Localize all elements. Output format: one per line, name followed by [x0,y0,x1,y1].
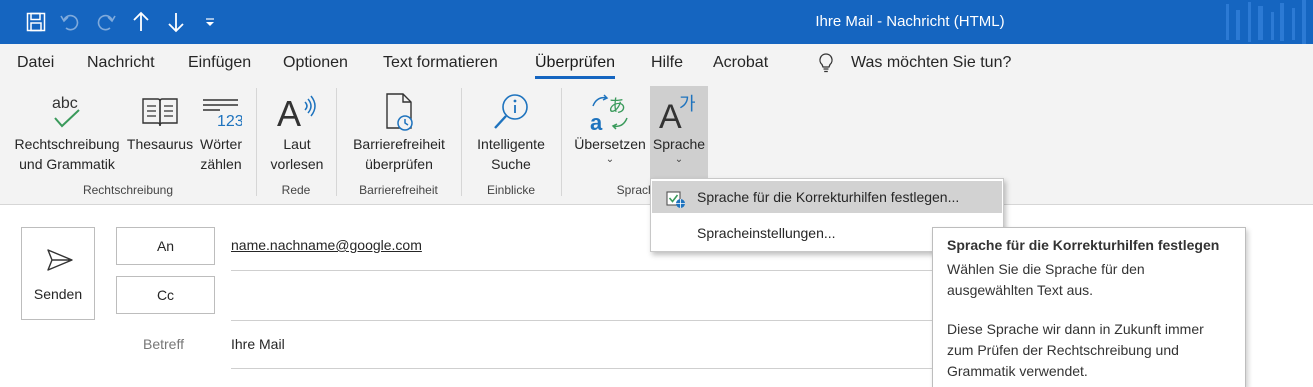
language-label: Sprache [652,136,706,152]
menu-bar: Datei Nachricht Einfügen Optionen Text f… [0,44,1313,82]
language-icon: A가 [650,88,708,136]
group-label-accessibility: Barrierefreiheit [359,183,438,197]
tab-optionen[interactable]: Optionen [283,44,348,82]
set-proofing-language-icon [666,188,686,220]
svg-text:a: a [590,110,603,132]
group-separator [336,88,337,196]
redo-icon[interactable] [92,0,120,44]
translate-label: Übersetzen [574,136,646,152]
subject-field-underline [231,368,932,369]
window-title: Ihre Mail - Nachricht (HTML) [815,13,1005,30]
subject-label: Betreff [143,336,184,352]
svg-text:abc: abc [52,95,78,112]
translate-icon: aあ [571,88,649,136]
read-aloud-icon: A [266,88,328,136]
customize-qat-icon[interactable] [200,0,220,44]
thesaurus-button[interactable]: Thesaurus [126,86,194,178]
tooltip-title: Sprache für die Korrekturhilfen festlege… [947,237,1220,253]
read-aloud-line2: vorlesen [270,156,324,172]
lightbulb-icon[interactable] [817,44,839,82]
subject-field[interactable]: Ihre Mail [231,336,285,352]
spelling-label: Rechtschreibung und Grammatik [10,134,124,174]
group-label-speech: Rede [281,183,311,197]
language-dropdown-caret: ⌄ [674,154,684,165]
svg-text:A: A [277,93,301,134]
word-count-line1: Wörter [200,136,242,152]
spelling-line1: Rechtschreibung [14,136,120,152]
menu-item-set-proofing-language[interactable]: Sprache für die Korrekturhilfen festlege… [652,181,1002,213]
cc-button[interactable]: Cc [116,276,215,314]
read-aloud-button[interactable]: A Laut vorlesen [266,86,328,178]
group-separator [256,88,257,196]
accessibility-check-icon [346,88,452,136]
menu-item-label: Sprache für die Korrekturhilfen festlege… [697,189,960,205]
send-label: Senden [33,286,83,302]
translate-dropdown-caret: ⌄ [605,154,615,165]
tab-text-formatieren[interactable]: Text formatieren [383,44,498,82]
cc-field-underline [231,320,932,321]
tab-hilfe[interactable]: Hilfe [651,44,683,82]
language-button[interactable]: A가 Sprache ⌄ [650,86,708,180]
title-decoration [1226,0,1306,44]
accessibility-line2: überprüfen [365,156,433,172]
send-button[interactable]: Senden [21,227,95,320]
group-separator [461,88,462,196]
spelling-line2: und Grammatik [19,156,115,172]
thesaurus-label: Thesaurus [126,136,194,152]
book-icon [126,88,194,136]
to-button[interactable]: An [116,227,215,265]
translate-button[interactable]: aあ Übersetzen ⌄ [571,86,649,178]
arrow-down-icon[interactable] [163,0,189,44]
spelling-button[interactable]: abc Rechtschreibung und Grammatik [10,86,124,178]
to-field[interactable]: name.nachname@google.com [231,237,422,253]
tab-einfuegen[interactable]: Einfügen [188,44,251,82]
tab-nachricht[interactable]: Nachricht [87,44,155,82]
spelling-check-icon: abc [10,88,124,136]
svg-text:あ: あ [608,96,626,117]
accessibility-line1: Barrierefreiheit [353,136,445,152]
read-aloud-line1: Laut [283,136,311,152]
send-icon [46,248,74,277]
smart-lookup-icon [470,88,552,136]
svg-text:가: 가 [679,94,696,115]
accessibility-button[interactable]: Barrierefreiheit überprüfen [346,86,452,178]
title-bar: Ihre Mail - Nachricht (HTML) [0,0,1313,44]
arrow-up-icon[interactable] [128,0,154,44]
word-count-icon: 123 [196,88,246,136]
group-label-insights: Einblicke [486,183,536,197]
word-count-button[interactable]: 123 Wörter zählen [196,86,246,178]
tooltip-paragraph: Diese Sprache wir dann in Zukunft immer … [947,321,1204,379]
tab-ueberpruefen[interactable]: Überprüfen [535,44,616,82]
to-field-underline [231,270,932,271]
save-icon[interactable] [22,0,50,44]
word-count-line2: zählen [200,156,242,172]
group-label-proofing: Rechtschreibung [82,183,174,197]
tooltip: Sprache für die Korrekturhilfen festlege… [932,227,1246,387]
group-separator [561,88,562,196]
menu-item-label: Spracheinstellungen... [697,225,836,241]
tell-me-search[interactable]: Was möchten Sie tun? [851,44,1011,82]
undo-icon[interactable] [56,0,84,44]
tooltip-paragraph: Wählen Sie die Sprache für den ausgewähl… [947,261,1145,298]
tab-datei[interactable]: Datei [17,44,54,82]
smart-lookup-line1: Intelligente [477,136,545,152]
svg-text:123: 123 [217,113,242,130]
tab-acrobat[interactable]: Acrobat [713,44,768,82]
smart-lookup-button[interactable]: Intelligente Suche [470,86,552,178]
smart-lookup-line2: Suche [491,156,531,172]
cc-field[interactable] [231,280,931,316]
